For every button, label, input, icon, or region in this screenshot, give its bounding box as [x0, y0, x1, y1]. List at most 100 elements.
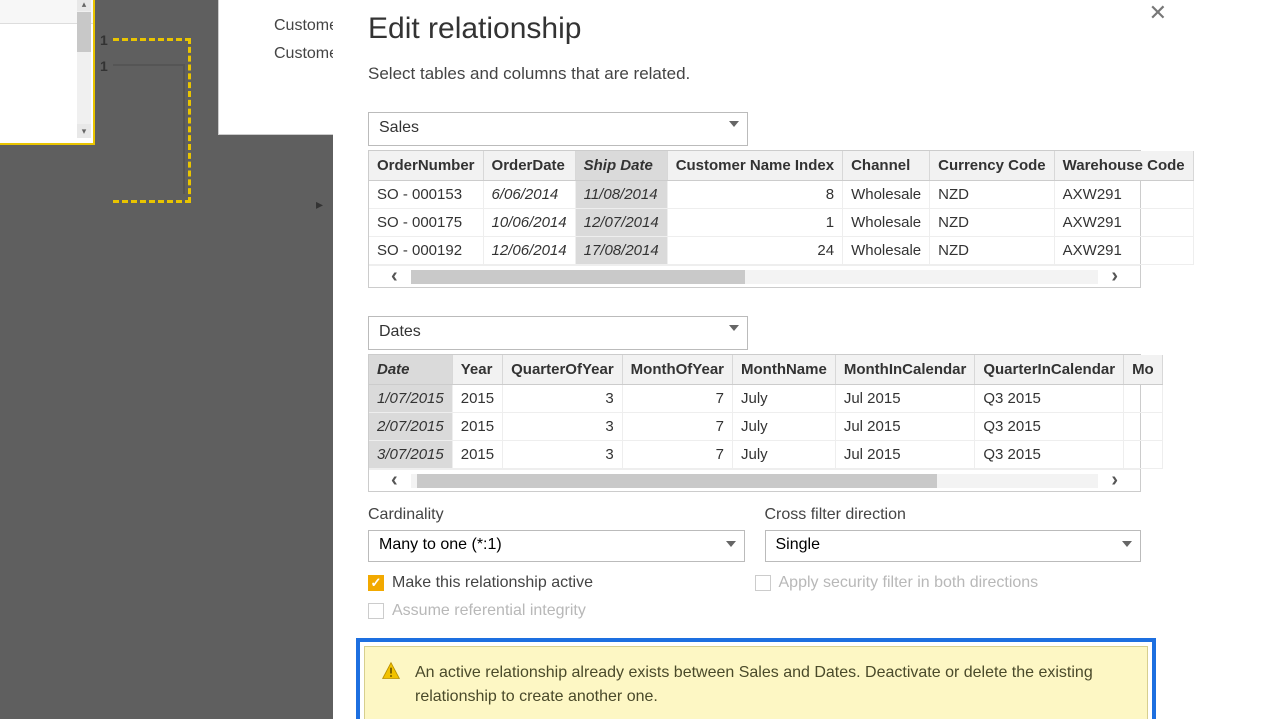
hscroll-thumb[interactable]	[417, 474, 937, 488]
table2-preview: DateYearQuarterOfYearMonthOfYearMonthNam…	[368, 354, 1141, 492]
cell: Q3 2015	[975, 385, 1124, 413]
cell: Q3 2015	[975, 441, 1124, 469]
cell	[1124, 441, 1163, 469]
cell: 11/08/2014	[575, 181, 667, 209]
cell: 7	[622, 413, 732, 441]
table-row[interactable]: SO - 00017510/06/201412/07/20141Wholesal…	[369, 209, 1193, 237]
column-header[interactable]: Currency Code	[930, 151, 1055, 181]
cell: Q3 2015	[975, 413, 1124, 441]
cell: 8	[667, 181, 842, 209]
checkbox-icon	[368, 603, 384, 619]
warning-icon	[381, 661, 401, 681]
cell: Jul 2015	[835, 441, 975, 469]
cell: 7	[622, 441, 732, 469]
column-header[interactable]: Year	[452, 355, 502, 385]
cell: Wholesale	[843, 209, 930, 237]
cell: 2015	[452, 385, 502, 413]
cell: AXW291	[1054, 209, 1193, 237]
cell: AXW291	[1054, 181, 1193, 209]
table-row[interactable]: SO - 00019212/06/201417/08/201424Wholesa…	[369, 237, 1193, 265]
table1-hscroll: ‹ ›	[369, 265, 1140, 287]
cell: SO - 000175	[369, 209, 483, 237]
column-header[interactable]: MonthOfYear	[622, 355, 732, 385]
scroll-down-icon[interactable]: ▾	[77, 124, 91, 138]
cell: NZD	[930, 181, 1055, 209]
apply-security-checkbox: Apply security filter in both directions	[755, 574, 1142, 592]
table-row[interactable]: 1/07/2015201537JulyJul 2015Q3 2015	[369, 385, 1162, 413]
scroll-right-icon[interactable]: ›	[1111, 266, 1118, 286]
table-row[interactable]: 3/07/2015201537JulyJul 2015Q3 2015	[369, 441, 1162, 469]
cell: Wholesale	[843, 237, 930, 265]
column-header[interactable]: QuarterOfYear	[503, 355, 623, 385]
make-active-label: Make this relationship active	[392, 574, 593, 592]
edit-relationship-dialog: ✕ Edit relationship Select tables and co…	[333, 0, 1277, 719]
cell: Wholesale	[843, 181, 930, 209]
cell: AXW291	[1054, 237, 1193, 265]
cell: 3/07/2015	[369, 441, 452, 469]
table2-select[interactable]: Dates	[368, 316, 748, 350]
hscroll-thumb[interactable]	[411, 270, 745, 284]
table1-select-value: Sales	[379, 119, 419, 136]
relationship-end-1b: 1	[100, 58, 108, 74]
table1-select[interactable]: Sales	[368, 112, 748, 146]
cell: 7	[622, 385, 732, 413]
cell: Jul 2015	[835, 385, 975, 413]
chevron-down-icon	[726, 541, 736, 547]
relationship-arrow-icon: ▸	[316, 196, 323, 213]
crossfilter-label: Cross filter direction	[765, 506, 1142, 524]
column-header[interactable]: MonthName	[733, 355, 836, 385]
cell: 17/08/2014	[575, 237, 667, 265]
cell: 6/06/2014	[483, 181, 575, 209]
cell: 3	[503, 441, 623, 469]
model-table-box-1: ear ar ▴ ▾	[0, 0, 95, 145]
cell: SO - 000192	[369, 237, 483, 265]
column-header[interactable]: OrderNumber	[369, 151, 483, 181]
cardinality-select[interactable]: Many to one (*:1)	[368, 530, 745, 562]
column-header[interactable]: Customer Name Index	[667, 151, 842, 181]
cell: NZD	[930, 237, 1055, 265]
chevron-down-icon	[729, 121, 739, 127]
scroll-up-icon[interactable]: ▴	[77, 0, 91, 11]
cell: July	[733, 441, 836, 469]
column-header[interactable]: Date	[369, 355, 452, 385]
cell: July	[733, 413, 836, 441]
assume-refint-checkbox: Assume referential integrity	[368, 602, 1141, 620]
column-header[interactable]: QuarterInCalendar	[975, 355, 1124, 385]
dialog-title: Edit relationship	[368, 12, 1242, 46]
scroll-left-icon[interactable]: ‹	[391, 266, 398, 286]
cell: 12/07/2014	[575, 209, 667, 237]
column-header[interactable]: Mo	[1124, 355, 1163, 385]
cell: 1	[667, 209, 842, 237]
cardinality-value: Many to one (*:1)	[379, 536, 502, 553]
cell: Jul 2015	[835, 413, 975, 441]
cell: 2015	[452, 441, 502, 469]
checkbox-checked-icon: ✓	[368, 575, 384, 591]
table2-select-value: Dates	[379, 323, 421, 340]
cell: 2015	[452, 413, 502, 441]
crossfilter-value: Single	[776, 536, 820, 553]
column-header[interactable]: Warehouse Code	[1054, 151, 1193, 181]
warning-text: An active relationship already exists be…	[415, 661, 1131, 709]
cell: 3	[503, 385, 623, 413]
assume-refint-label: Assume referential integrity	[392, 602, 586, 620]
table-row[interactable]: SO - 0001536/06/201411/08/20148Wholesale…	[369, 181, 1193, 209]
cell: 1/07/2015	[369, 385, 452, 413]
cell	[1124, 385, 1163, 413]
column-header[interactable]: Channel	[843, 151, 930, 181]
column-header[interactable]: OrderDate	[483, 151, 575, 181]
close-icon[interactable]: ✕	[1149, 0, 1167, 26]
scroll-right-icon[interactable]: ›	[1111, 470, 1118, 490]
make-active-checkbox[interactable]: ✓ Make this relationship active	[368, 574, 755, 592]
scroll-left-icon[interactable]: ‹	[391, 470, 398, 490]
cardinality-label: Cardinality	[368, 506, 745, 524]
cell: July	[733, 385, 836, 413]
crossfilter-select[interactable]: Single	[765, 530, 1142, 562]
relationship-connector[interactable]	[113, 64, 185, 194]
chevron-down-icon	[1122, 541, 1132, 547]
cell: NZD	[930, 209, 1055, 237]
scrollbar-thumb[interactable]	[77, 12, 91, 52]
table-row[interactable]: 2/07/2015201537JulyJul 2015Q3 2015	[369, 413, 1162, 441]
dialog-subtitle: Select tables and columns that are relat…	[368, 64, 1242, 84]
column-header[interactable]: MonthInCalendar	[835, 355, 975, 385]
column-header[interactable]: Ship Date	[575, 151, 667, 181]
